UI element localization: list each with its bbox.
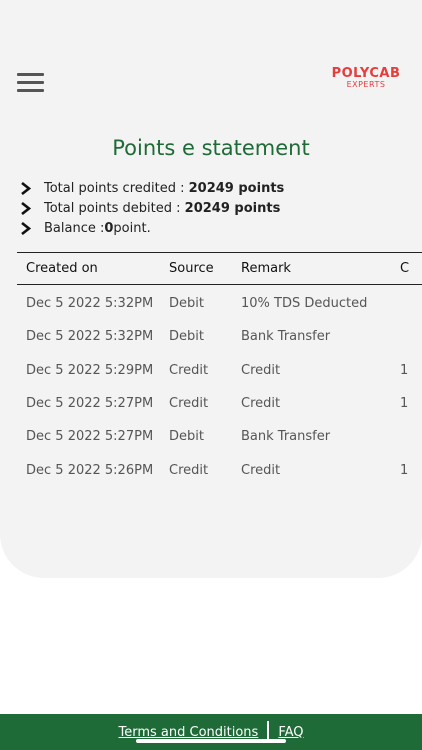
cell-source: Debit bbox=[169, 296, 204, 312]
points-summary: Total points credited : 20249 points Tot… bbox=[20, 178, 284, 238]
home-indicator[interactable] bbox=[136, 739, 286, 743]
table-row: Dec 5 2022 5:26PM Credit Credit 1 bbox=[17, 453, 422, 486]
summary-balance: Balance : 0 point. bbox=[20, 218, 284, 238]
chevron-right-icon bbox=[20, 201, 44, 215]
cell-created-on: Dec 5 2022 5:32PM bbox=[26, 296, 154, 312]
cell-remark: Bank Transfer bbox=[241, 429, 331, 445]
hamburger-menu-icon[interactable] bbox=[17, 73, 44, 93]
logo-main-text: POLYCAB bbox=[331, 66, 401, 81]
table-row: Dec 5 2022 5:32PM Debit 10% TDS Deducted bbox=[17, 287, 422, 320]
balance-label: Balance : bbox=[44, 220, 105, 236]
cell-source: Credit bbox=[169, 462, 209, 478]
cell-extra: 1 bbox=[400, 462, 409, 478]
statement-table[interactable]: Created on Source Remark C Dec 5 2022 5:… bbox=[17, 252, 422, 487]
footer-bar: Terms and Conditions FAQ bbox=[0, 714, 422, 750]
faq-link[interactable]: FAQ bbox=[278, 725, 303, 740]
cell-remark: 10% TDS Deducted bbox=[241, 296, 368, 312]
cell-remark: Credit bbox=[241, 362, 281, 378]
summary-debited: Total points debited : 20249 points bbox=[20, 198, 284, 218]
balance-value: 0 bbox=[104, 220, 114, 236]
cell-extra: 1 bbox=[400, 362, 409, 378]
credited-label: Total points credited : bbox=[44, 180, 185, 196]
table-row: Dec 5 2022 5:27PM Debit Bank Transfer bbox=[17, 420, 422, 453]
debited-label: Total points debited : bbox=[44, 200, 181, 216]
column-header-source: Source bbox=[169, 261, 214, 276]
column-header-created-on: Created on bbox=[26, 261, 98, 276]
cell-source: Debit bbox=[169, 329, 204, 345]
balance-suffix: point. bbox=[113, 220, 151, 236]
table-row: Dec 5 2022 5:29PM Credit Credit 1 bbox=[17, 354, 422, 387]
table-header: Created on Source Remark C bbox=[17, 252, 422, 285]
cell-created-on: Dec 5 2022 5:27PM bbox=[26, 429, 154, 445]
cell-created-on: Dec 5 2022 5:32PM bbox=[26, 329, 154, 345]
footer-divider bbox=[267, 721, 270, 739]
cell-remark: Credit bbox=[241, 396, 281, 412]
table-row: Dec 5 2022 5:32PM Debit Bank Transfer bbox=[17, 320, 422, 353]
cell-source: Credit bbox=[169, 362, 209, 378]
credited-value: 20249 points bbox=[188, 180, 285, 196]
cell-source: Debit bbox=[169, 429, 204, 445]
summary-credited: Total points credited : 20249 points bbox=[20, 178, 284, 198]
footer-links: Terms and Conditions FAQ bbox=[0, 714, 422, 750]
cell-remark: Bank Transfer bbox=[241, 329, 331, 345]
polycab-experts-logo: POLYCAB EXPERTS bbox=[326, 66, 406, 89]
cell-source: Credit bbox=[169, 396, 209, 412]
table-body: Dec 5 2022 5:32PM Debit 10% TDS Deducted… bbox=[17, 287, 422, 487]
terms-and-conditions-link[interactable]: Terms and Conditions bbox=[118, 725, 258, 740]
chevron-right-icon bbox=[20, 181, 44, 195]
debited-value: 20249 points bbox=[184, 200, 281, 216]
cell-created-on: Dec 5 2022 5:26PM bbox=[26, 462, 154, 478]
table-row: Dec 5 2022 5:27PM Credit Credit 1 bbox=[17, 387, 422, 420]
cell-remark: Credit bbox=[241, 462, 281, 478]
cell-created-on: Dec 5 2022 5:27PM bbox=[26, 396, 154, 412]
page-title: Points e statement bbox=[112, 136, 310, 160]
logo-sub-text: EXPERTS bbox=[346, 80, 386, 89]
cell-created-on: Dec 5 2022 5:29PM bbox=[26, 362, 154, 378]
column-header-remark: Remark bbox=[241, 261, 291, 276]
chevron-right-icon bbox=[20, 221, 44, 235]
column-header-truncated: C bbox=[400, 261, 410, 276]
cell-extra: 1 bbox=[400, 396, 409, 412]
statement-card: POLYCAB EXPERTS Points e statement Total… bbox=[0, 0, 422, 578]
